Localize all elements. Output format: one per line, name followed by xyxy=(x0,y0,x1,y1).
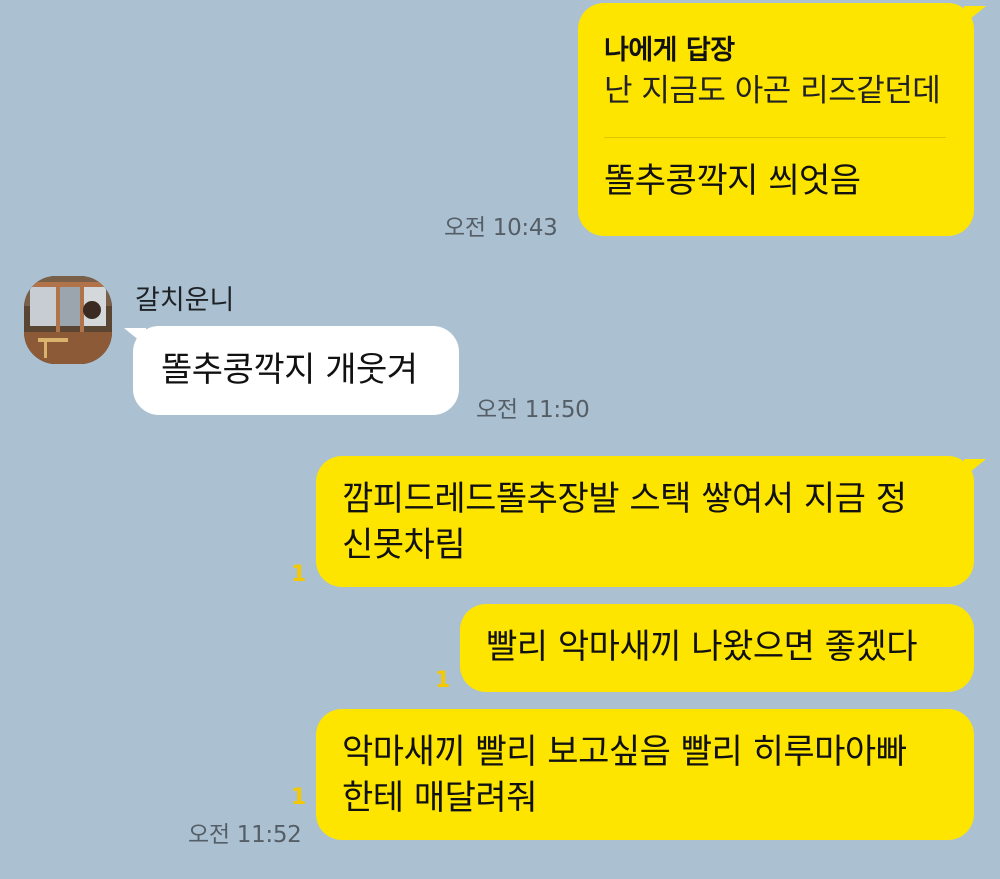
message-bubble[interactable]: 깜피드레드똘추장발 스택 쌓여서 지금 정 신못차림 xyxy=(316,456,974,587)
unread-count: 1 xyxy=(291,562,307,587)
message-text: 똘추콩깍지 개웃겨 xyxy=(161,350,418,390)
unread-count: 1 xyxy=(291,785,307,810)
unread-count: 1 xyxy=(435,668,451,693)
reply-divider xyxy=(604,137,946,138)
message-text-line: 한테 매달려줘 xyxy=(342,778,538,818)
message-timestamp: 오전 11:50 xyxy=(476,397,590,423)
message-bubble-reply[interactable]: 나에게 답장 난 지금도 아곤 리즈같던데 똘추콩깍지 씌엇음 xyxy=(578,3,974,236)
reply-quoted-text: 난 지금도 아곤 리즈같던데 xyxy=(604,73,941,109)
message-bubble[interactable]: 빨리 악마새끼 나왔으면 좋겠다 xyxy=(460,604,974,692)
message-timestamp: 오전 10:43 xyxy=(444,215,558,241)
bubble-tail xyxy=(964,6,986,24)
message-text-line: 신못차림 xyxy=(342,525,466,565)
message-timestamp: 오전 11:52 xyxy=(188,822,302,848)
profile-photo-avatar-icon xyxy=(24,276,112,364)
message-text: 빨리 악마새끼 나왔으면 좋겠다 xyxy=(486,627,918,667)
message-text-line: 악마새끼 빨리 보고싶음 빨리 히루마아빠 xyxy=(342,732,907,772)
message-bubble[interactable]: 악마새끼 빨리 보고싶음 빨리 히루마아빠 한테 매달려줘 xyxy=(316,709,974,840)
bubble-tail xyxy=(964,459,986,477)
message-text-line: 깜피드레드똘추장발 스택 쌓여서 지금 정 xyxy=(342,479,907,519)
sender-avatar[interactable] xyxy=(24,276,112,364)
reply-header: 나에게 답장 xyxy=(604,35,735,66)
message-text: 똘추콩깍지 씌엇음 xyxy=(604,161,861,201)
message-bubble[interactable]: 똘추콩깍지 개웃겨 xyxy=(133,326,459,415)
sender-name: 갈치운니 xyxy=(135,285,235,316)
